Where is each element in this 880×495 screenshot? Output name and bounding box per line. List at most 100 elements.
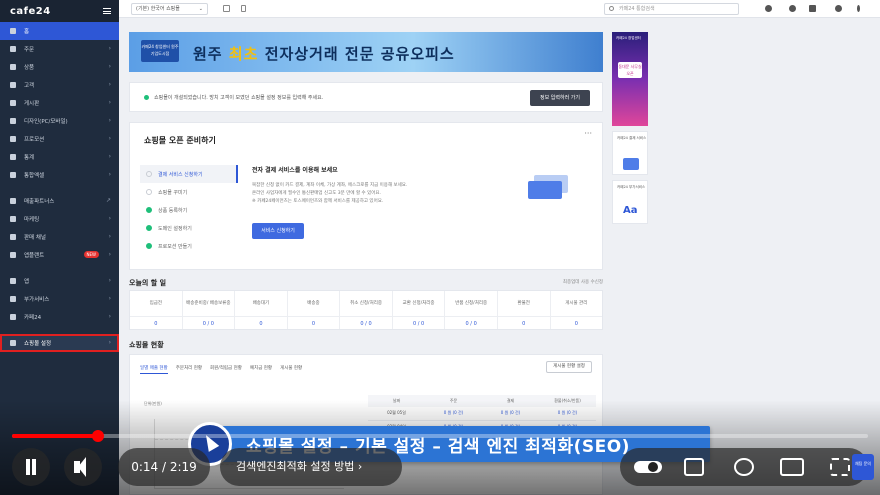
ad-dongdaemun[interactable]: 카페24 창업센터 동대문 사무실 오픈: [612, 32, 648, 126]
apply-service-button[interactable]: 서비스 신청하기: [252, 223, 304, 239]
todo-col-value[interactable]: 0: [551, 317, 603, 331]
ad-label: Aa: [623, 205, 638, 216]
chat-button[interactable]: 채팅 문의: [852, 454, 874, 480]
tab-daily-sales[interactable]: 일별 매출 현황: [140, 363, 168, 374]
step-label: 결제 서비스 신청하기: [158, 171, 203, 178]
desc-line: ※ 카페24페이먼츠는 토스페이먼츠와 함께 서비스를 제공하고 있어요.: [252, 199, 384, 204]
todo-col[interactable]: 입금전 0: [130, 291, 183, 329]
todo-col[interactable]: 배송준비중/ 배송보류중 0 / 0: [182, 291, 236, 331]
desc-line: 온라인 사업자에게 필수인 통신판매업 신고도 3분 만에 할 수 있어요.: [252, 191, 381, 196]
ad-addon[interactable]: 카페24 부가서비스 Aa: [612, 180, 648, 224]
ad-payment[interactable]: 카페24 결제 서비스: [612, 131, 648, 175]
marketing-icon: [10, 216, 16, 222]
desc-line: 복잡한 신청 없이 카드 결제, 계좌 이체, 가상 계좌, 에스크로를 지금 …: [252, 183, 408, 188]
sidebar-item-orders[interactable]: 주문 ›: [0, 40, 119, 58]
menu-toggle-icon[interactable]: [103, 8, 111, 14]
theater-mode-icon[interactable]: [780, 458, 804, 476]
status-settings-button[interactable]: 게시물 현황 설정: [546, 361, 592, 373]
todo-col-value[interactable]: 0 / 0: [393, 317, 445, 331]
sidebar-item-products[interactable]: 상품 ›: [0, 58, 119, 76]
step-status-icon: [146, 171, 152, 177]
sidebar-item-cafe24[interactable]: 카페24 ›: [0, 308, 119, 326]
banner-title: 원주 최초 전자상거래 전문 공유오피스: [193, 43, 455, 64]
todo-col-value[interactable]: 0 / 0: [183, 317, 235, 331]
todo-col[interactable]: 배송대기 0: [235, 291, 288, 329]
settings-gear-icon[interactable]: [734, 458, 754, 476]
step-promotion[interactable]: 프로모션 만들기: [140, 237, 238, 255]
sidebar-item-marketing[interactable]: 마케팅 ›: [0, 210, 119, 228]
progress-bar[interactable]: [12, 430, 868, 442]
autoplay-toggle[interactable]: [634, 461, 662, 473]
sidebar-item-label: 통합엑셀: [24, 173, 45, 179]
enter-info-button[interactable]: 정보 입력하러 가기: [530, 90, 590, 106]
headset-icon[interactable]: [765, 5, 772, 12]
ad-top-text: 카페24 부가서비스: [617, 185, 646, 189]
todo-col[interactable]: 게시물 관리 0: [550, 291, 603, 331]
sidebar-item-sales-channel[interactable]: 판매 채널 ›: [0, 228, 119, 246]
app-icon: [10, 252, 16, 258]
tab-deposit[interactable]: 예치금 현황: [250, 363, 272, 374]
todo-col-header: 취소 신청/처리중: [340, 291, 392, 317]
sidebar-item-label: 부가서비스: [24, 297, 50, 303]
sidebar-item-design[interactable]: 디자인(PC/모바일) ›: [0, 112, 119, 130]
sidebar-item-appplant[interactable]: 앱플랜트 NEW ›: [0, 246, 119, 264]
step-products[interactable]: 상품 등록하기: [140, 201, 238, 219]
shop-select[interactable]: (기본) 한국어 쇼핑몰 ⌄: [131, 3, 208, 15]
step-label: 프로모션 만들기: [158, 243, 192, 250]
pause-button[interactable]: [12, 448, 50, 486]
todo-col[interactable]: 취소 신청/처리중 0 / 0: [340, 291, 393, 329]
todo-title: 오늘의 할 일: [129, 279, 167, 287]
sidebar-item-board[interactable]: 게시판 ›: [0, 94, 119, 112]
sidebar-item-promotion[interactable]: 프로모션 ›: [0, 130, 119, 148]
sidebar-item-apps[interactable]: 앱 ›: [0, 272, 119, 290]
todo-col[interactable]: 배송중 0: [287, 291, 341, 331]
chevron-right-icon: ›: [108, 99, 111, 106]
sidebar-item-label: 매출파트너스: [24, 199, 55, 205]
status-tabs: 일별 매출 현황 주문처리 현황 회원/적립금 현황 예치금 현황 게시물 현황: [140, 363, 302, 374]
sidebar-item-shop-settings[interactable]: 쇼핑몰 설정 ›: [0, 334, 119, 352]
shop-select-value: (기본) 한국어 쇼핑몰: [136, 6, 180, 12]
subtitles-icon[interactable]: [684, 458, 704, 476]
player-right-controls: [620, 448, 868, 486]
more-vertical-icon[interactable]: [857, 5, 860, 12]
user-avatar-icon[interactable]: [835, 5, 842, 12]
chapter-button[interactable]: 검색엔진최적화 설정 방법 ›: [220, 448, 402, 486]
desc-title: 전자 결제 서비스를 이용해 보세요: [252, 167, 338, 174]
sidebar-item-stats[interactable]: 통계 ›: [0, 148, 119, 166]
sidebar-item-partners[interactable]: 매출파트너스 ↗: [0, 192, 119, 210]
bell-icon[interactable]: [789, 5, 796, 12]
todo-col-value[interactable]: 0 / 0: [445, 317, 497, 331]
todo-col[interactable]: 환불전 0: [497, 291, 551, 331]
more-icon[interactable]: ···: [584, 129, 592, 138]
step-payment[interactable]: 결제 서비스 신청하기: [140, 165, 238, 183]
promo-banner[interactable]: 카페24 창업센터 원주기업도시점 원주 최초 전자상거래 전문 공유오피스: [129, 32, 603, 72]
mobile-icon[interactable]: [241, 5, 246, 12]
sidebar-item-excel[interactable]: 통합엑셀 ›: [0, 166, 119, 184]
step-decorate[interactable]: 쇼핑몰 꾸미기: [140, 183, 238, 201]
todo-col-value[interactable]: 0: [498, 317, 550, 331]
search-input[interactable]: 카페24 통합검색: [604, 3, 739, 15]
monitor-icon[interactable]: [223, 5, 230, 12]
todo-col-value[interactable]: 0 / 0: [340, 317, 392, 331]
excel-icon: [10, 172, 16, 178]
todo-col[interactable]: 반품 신청/처리중 0 / 0: [445, 291, 498, 329]
shop-open-card: 쇼핑몰 오픈 준비하기 ··· 결제 서비스 신청하기 쇼핑몰 꾸미기 상품 등…: [129, 122, 603, 270]
setup-notice: 쇼핑몰이 개설되었습니다. 방치 고객이 모였던 쇼핑몰 설정 정보를 입력해 …: [129, 82, 603, 112]
todo-col-value[interactable]: 0: [288, 317, 340, 331]
todo-col[interactable]: 교환 신청/처리중 0 / 0: [392, 291, 446, 331]
fullscreen-icon[interactable]: [830, 458, 850, 476]
sidebar-item-home[interactable]: 홈: [0, 22, 119, 40]
tab-order-processing[interactable]: 주문처리 현황: [176, 363, 202, 374]
progress-handle[interactable]: [91, 430, 104, 442]
tab-posts[interactable]: 게시물 현황: [280, 363, 302, 374]
sidebar-item-addons[interactable]: 부가서비스 ›: [0, 290, 119, 308]
step-domain[interactable]: 도메인 설정하기: [140, 219, 238, 237]
product-icon: [10, 64, 16, 70]
cafe24-logo[interactable]: cafe24: [0, 0, 119, 22]
sidebar-item-customers[interactable]: 고객 ›: [0, 76, 119, 94]
calendar-icon[interactable]: [809, 5, 816, 12]
volume-button[interactable]: [64, 448, 102, 486]
todo-col-value[interactable]: 0: [130, 317, 182, 331]
todo-col-value[interactable]: 0: [235, 317, 287, 331]
tab-members[interactable]: 회원/적립금 현황: [210, 363, 242, 374]
